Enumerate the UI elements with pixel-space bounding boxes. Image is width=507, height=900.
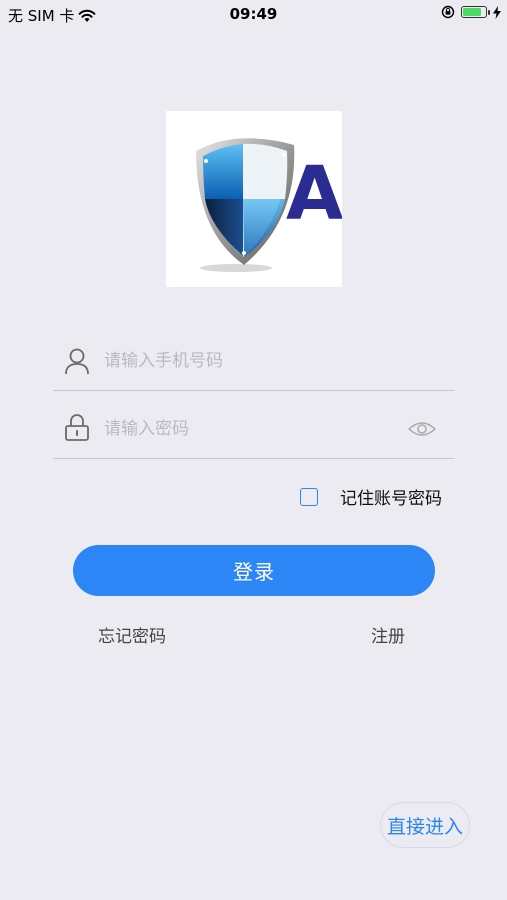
- remember-label[interactable]: 记住账号密码: [340, 484, 442, 509]
- eye-icon[interactable]: [407, 419, 437, 439]
- app-logo: A: [166, 111, 343, 287]
- shield-logo-icon: A: [196, 138, 343, 272]
- logo-letter: A: [286, 151, 342, 237]
- battery-level: [463, 8, 481, 16]
- status-right: [441, 5, 501, 19]
- user-icon: [65, 348, 89, 375]
- forgot-password-link[interactable]: 忘记密码: [98, 622, 166, 647]
- direct-enter-button[interactable]: 直接进入: [380, 802, 470, 848]
- register-link[interactable]: 注册: [371, 622, 405, 647]
- login-button[interactable]: 登录: [73, 545, 435, 596]
- orientation-lock-icon: [441, 5, 455, 19]
- remember-checkbox[interactable]: [300, 487, 318, 506]
- password-row: [53, 399, 455, 459]
- lock-icon: [65, 414, 89, 441]
- login-screen: 无 SIM 卡 09:49 A 请输入手机号码 记住账号密码 登录 忘记密码 注…: [0, 0, 507, 900]
- phone-input[interactable]: [104, 345, 404, 377]
- remember-row: 记住账号密码: [300, 484, 442, 509]
- battery-icon: [461, 6, 490, 18]
- charging-bolt-icon: [493, 5, 501, 19]
- password-input[interactable]: [104, 413, 404, 445]
- phone-row: [53, 331, 455, 391]
- status-bar: 无 SIM 卡 09:49: [0, 0, 507, 28]
- status-time: 09:49: [229, 5, 278, 23]
